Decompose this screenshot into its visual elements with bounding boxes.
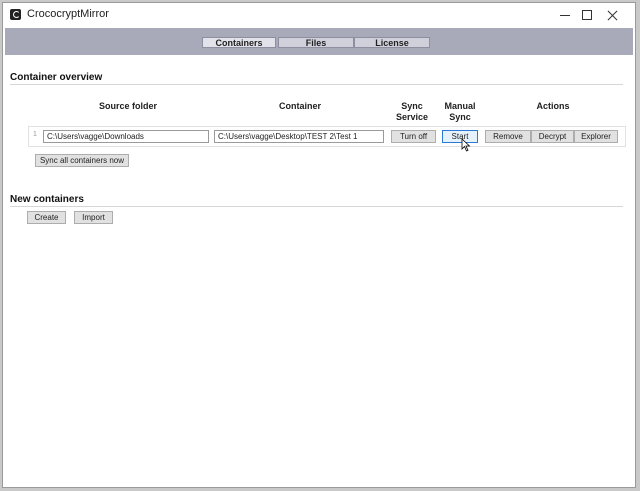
tab-files[interactable]: Files bbox=[278, 37, 354, 48]
manual-sync-start-button[interactable]: Start bbox=[442, 130, 478, 143]
tab-bar: Containers Files License bbox=[5, 28, 633, 55]
row-index: 1 bbox=[33, 131, 37, 138]
new-containers-title: New containers bbox=[10, 194, 84, 205]
remove-button[interactable]: Remove bbox=[485, 130, 531, 143]
tab-containers[interactable]: Containers bbox=[202, 37, 276, 48]
decrypt-button[interactable]: Decrypt bbox=[531, 130, 574, 143]
sync-service-toggle-button[interactable]: Turn off bbox=[391, 130, 436, 143]
close-icon bbox=[607, 10, 618, 21]
container-overview-title: Container overview bbox=[10, 72, 103, 83]
container-path-input[interactable] bbox=[214, 130, 384, 143]
app-logo-icon bbox=[10, 9, 21, 20]
app-window: CrococryptMirror Containers Files Licens… bbox=[2, 2, 636, 488]
tab-license[interactable]: License bbox=[354, 37, 430, 48]
header-sync-service: Sync Service bbox=[395, 101, 429, 122]
header-source-folder: Source folder bbox=[98, 101, 157, 111]
close-button[interactable] bbox=[589, 3, 635, 27]
import-button[interactable]: Import bbox=[74, 211, 113, 224]
create-button[interactable]: Create bbox=[27, 211, 66, 224]
window-title: CrococryptMirror bbox=[27, 8, 109, 20]
header-actions: Actions bbox=[536, 101, 570, 111]
mouse-cursor-icon bbox=[461, 138, 471, 152]
header-manual-sync: Manual Sync bbox=[444, 101, 476, 122]
source-folder-input[interactable] bbox=[43, 130, 209, 143]
title-bar[interactable]: CrococryptMirror bbox=[3, 3, 635, 27]
header-container: Container bbox=[278, 101, 321, 111]
divider bbox=[10, 84, 623, 85]
explorer-button[interactable]: Explorer bbox=[574, 130, 618, 143]
sync-all-containers-button[interactable]: Sync all containers now bbox=[35, 154, 129, 167]
divider bbox=[10, 206, 623, 207]
